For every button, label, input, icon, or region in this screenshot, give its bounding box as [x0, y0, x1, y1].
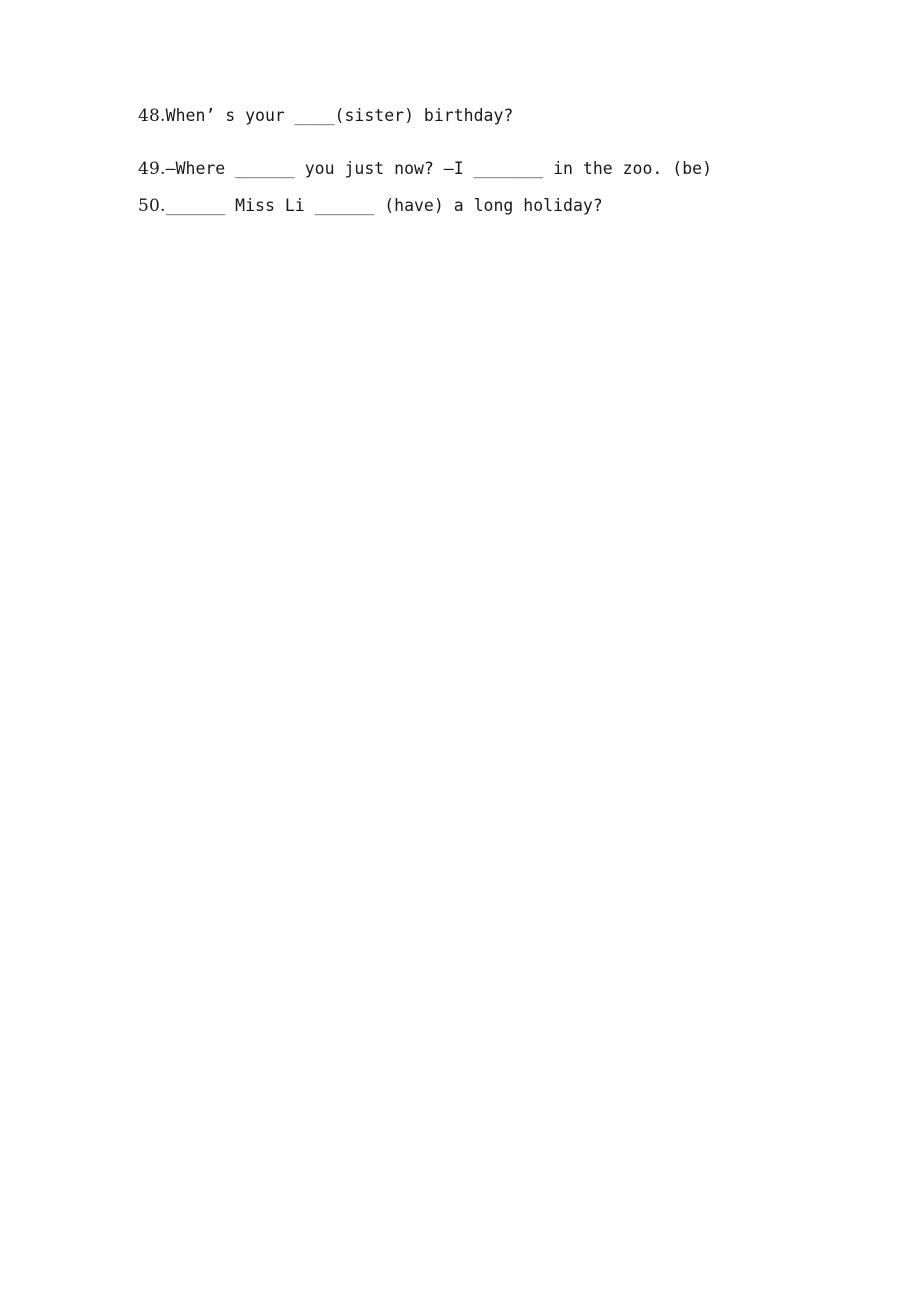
answer-blank-50-2[interactable]: ______	[315, 196, 375, 215]
answer-blank-49-2[interactable]: _______	[474, 159, 544, 178]
question-text-50-part2: Miss Li	[225, 196, 315, 215]
question-text-49-part3: in the zoo. (be)	[543, 159, 713, 178]
question-text-48-part2: (sister) birthday?	[334, 106, 514, 125]
answer-blank-50-1[interactable]: ______	[166, 196, 226, 215]
answer-blank-48-1[interactable]: ____	[295, 106, 335, 125]
worksheet-page: 48.When’ s your ____(sister) birthday? 4…	[0, 0, 920, 1302]
question-number-48: 48.	[138, 106, 166, 126]
question-number-50: 50.	[138, 196, 166, 216]
question-text-50-part3: (have) a long holiday?	[374, 196, 603, 215]
question-item-49: 49.—Where ______ you just now? —I ______…	[138, 159, 838, 179]
question-text-49-part1: —Where	[165, 159, 236, 178]
exercise-list: 48.When’ s your ____(sister) birthday? 4…	[138, 106, 838, 216]
answer-blank-49-1[interactable]: ______	[235, 159, 295, 178]
question-item-50: 50.______ Miss Li ______ (have) a long h…	[138, 196, 838, 216]
question-text-48-part1: When’ s your	[165, 106, 295, 125]
question-number-49: 49.	[138, 159, 166, 179]
question-text-49-part2: you just now? —I	[294, 159, 474, 178]
question-item-48: 48.When’ s your ____(sister) birthday?	[138, 106, 838, 126]
